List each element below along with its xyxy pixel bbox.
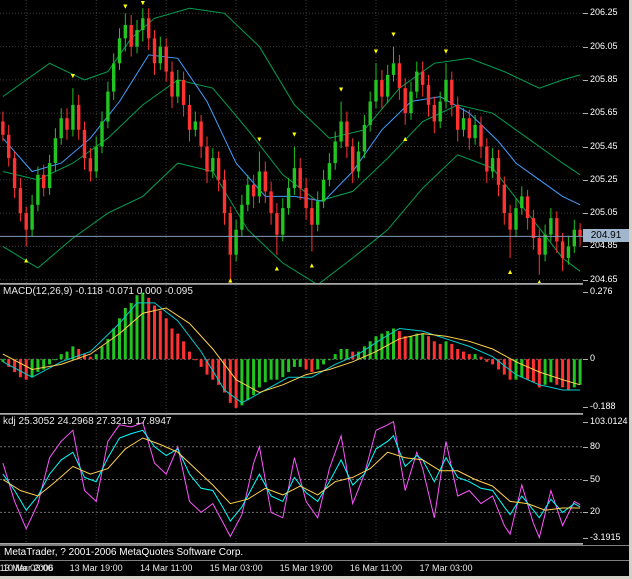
kdj-axis-label: 80 <box>590 441 600 451</box>
metatrader-window: ▼▼▼▼▼▼▼▼▼▲▲▲▲▲▲▲ MACD(12,26,9) -0.118 -0… <box>0 0 632 579</box>
fractal-down-arrow: ▼ <box>443 48 450 55</box>
scale-tick <box>583 359 588 360</box>
fractal-up-arrow: ▲ <box>308 262 315 269</box>
time-label: 13 Mar 03:00 <box>0 563 60 573</box>
macd-panel: MACD(12,26,9) -0.118 -0.071 0.000 -0.095 <box>0 285 583 413</box>
time-label: 15 Mar 03:00 <box>202 563 270 573</box>
scale-tick <box>583 113 588 114</box>
fractal-up-arrow: ▲ <box>402 136 409 143</box>
time-label: 16 Mar 11:00 <box>342 563 410 573</box>
macd-axis-label: 0 <box>590 353 595 363</box>
status-bar: MetaTrader, ? 2001-2006 MetaQuotes Softw… <box>0 545 629 561</box>
price-label: 205.85 <box>590 74 618 84</box>
scale-tick <box>583 80 588 81</box>
scale-tick <box>583 480 588 481</box>
fractal-down-arrow: ▼ <box>69 73 76 80</box>
macd-axis-label: -0.188 <box>590 401 616 411</box>
time-label: 13 Mar 19:00 <box>62 563 130 573</box>
fractal-up-arrow: ▲ <box>507 269 514 276</box>
fractal-up-arrow: ▲ <box>273 266 280 273</box>
time-axis[interactable]: 10 Mar 200613 Mar 03:0013 Mar 19:0014 Ma… <box>0 561 629 576</box>
macd-plot[interactable] <box>0 285 583 413</box>
price-label: 205.05 <box>590 207 618 217</box>
price-label: 205.45 <box>590 141 618 151</box>
scale-tick <box>583 407 588 408</box>
price-label: 205.25 <box>590 174 618 184</box>
fractal-down-arrow: ▼ <box>291 132 298 139</box>
fractal-up-arrow: ▲ <box>23 257 30 264</box>
kdj-axis-label: 103.0124 <box>590 416 628 426</box>
fractal-down-arrow: ▼ <box>373 48 380 55</box>
kdj-axis-label: 50 <box>590 474 600 484</box>
kdj-axis-label: -3.1915 <box>590 532 621 542</box>
time-label: 17 Mar 03:00 <box>412 563 480 573</box>
scale-tick <box>583 47 588 48</box>
price-scale[interactable]: 206.25 206.05 205.85 205.65 205.45 205.25 205.… <box>583 0 629 576</box>
main-chart-plot[interactable]: ▼▼▼▼▼▼▼▼▼▲▲▲▲▲▲▲ <box>0 0 583 283</box>
scale-tick <box>583 147 588 148</box>
fractal-down-arrow: ▼ <box>122 3 129 10</box>
scale-tick <box>583 213 588 214</box>
scale-tick <box>583 447 588 448</box>
current-price-badge: 204.91 <box>583 229 629 242</box>
scale-tick <box>583 292 588 293</box>
kdj-axis-label: 20 <box>590 506 600 516</box>
kdj-plot[interactable] <box>0 415 583 543</box>
scale-tick <box>583 180 588 181</box>
scale-tick <box>583 246 588 247</box>
price-label: 205.65 <box>590 107 618 117</box>
scale-tick <box>583 538 588 539</box>
macd-axis-label: 0.276 <box>590 286 613 296</box>
main-chart-panel: ▼▼▼▼▼▼▼▼▼▲▲▲▲▲▲▲ <box>0 0 583 283</box>
price-label: 204.65 <box>590 274 618 284</box>
status-text: MetaTrader, ? 2001-2006 MetaQuotes Softw… <box>4 547 243 558</box>
scale-tick <box>583 512 588 513</box>
scale-tick <box>583 422 588 423</box>
price-label: 206.25 <box>590 7 618 17</box>
price-label: 206.05 <box>590 41 618 51</box>
fractal-down-arrow: ▼ <box>338 87 345 94</box>
scale-tick <box>583 280 588 281</box>
fractal-down-arrow: ▼ <box>139 0 146 7</box>
scale-tick <box>583 13 588 14</box>
fractal-down-arrow: ▼ <box>390 32 397 39</box>
time-label: 15 Mar 19:00 <box>272 563 340 573</box>
fractal-down-arrow: ▼ <box>256 137 263 144</box>
kdj-panel: kdj 25.3052 24.2968 27.3219 17.8947 <box>0 415 583 543</box>
time-label: 14 Mar 11:00 <box>132 563 200 573</box>
